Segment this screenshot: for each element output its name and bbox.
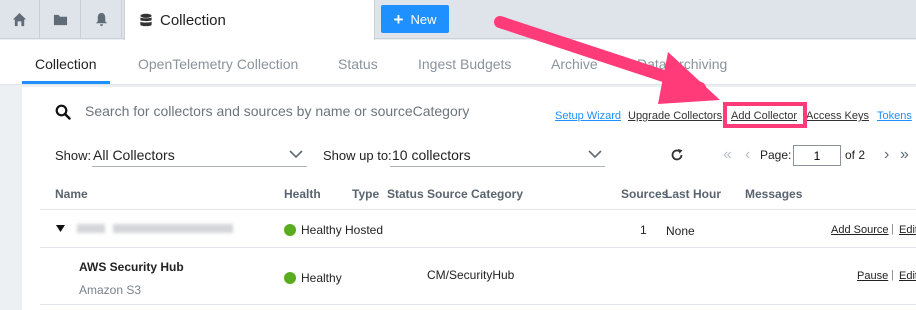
- col-header-source-category[interactable]: Source Category: [427, 187, 523, 201]
- upgrade-collectors-link[interactable]: Upgrade Collectors: [628, 110, 722, 122]
- home-icon[interactable]: [0, 0, 40, 39]
- pause-link[interactable]: Pause: [857, 270, 888, 282]
- bell-icon[interactable]: [82, 0, 122, 39]
- healthy-status-icon: [284, 272, 296, 284]
- plus-icon: +: [393, 9, 404, 29]
- last-hour-value: None: [666, 224, 695, 238]
- subtab-collection[interactable]: Collection: [35, 56, 96, 72]
- add-source-link[interactable]: Add Source: [831, 224, 888, 236]
- edit-link[interactable]: Edit: [899, 270, 916, 282]
- subtab-opentelemetry[interactable]: OpenTelemetry Collection: [138, 56, 298, 72]
- show-up-to-select[interactable]: 10 collectors: [392, 147, 471, 163]
- setup-wizard-link[interactable]: Setup Wizard: [555, 110, 621, 122]
- first-page-icon[interactable]: «: [723, 146, 732, 164]
- row-divider: [40, 247, 916, 248]
- show-select[interactable]: All Collectors: [93, 147, 175, 163]
- subtab-archive[interactable]: Archive: [551, 56, 598, 72]
- sub-navigation: Collection OpenTelemetry Collection Stat…: [0, 40, 916, 85]
- last-page-icon[interactable]: »: [900, 146, 909, 164]
- edit-link[interactable]: Edit: [899, 224, 916, 236]
- show-up-to-label: Show up to:: [323, 148, 392, 163]
- link-separator: |: [891, 269, 894, 281]
- health-value: Healthy: [301, 223, 342, 237]
- col-header-last-hour[interactable]: Last Hour: [665, 187, 721, 201]
- show-select-underline: [92, 166, 307, 167]
- subtab-data-archiving[interactable]: Data Archiving: [637, 56, 727, 72]
- new-button[interactable]: + New: [381, 5, 449, 33]
- active-tab-indicator: [22, 81, 110, 84]
- refresh-icon[interactable]: [670, 148, 684, 162]
- tokens-link[interactable]: Tokens: [877, 110, 912, 122]
- redacted-name: [113, 224, 233, 233]
- search-icon: [55, 104, 71, 120]
- col-header-name[interactable]: Name: [55, 187, 88, 201]
- col-header-messages[interactable]: Messages: [745, 187, 802, 201]
- col-header-sources[interactable]: Sources: [621, 187, 668, 201]
- page-total: of 2: [845, 148, 866, 162]
- tab-collection[interactable]: Collection: [124, 0, 375, 40]
- source-name: AWS Security Hub: [79, 260, 184, 274]
- sources-value: 1: [640, 223, 647, 237]
- access-keys-link[interactable]: Access Keys: [806, 110, 869, 122]
- show-up-to-underline: [390, 166, 605, 167]
- health-value: Healthy: [301, 271, 342, 285]
- source-category-value: CM/SecurityHub: [427, 268, 515, 282]
- highlight-box: [723, 102, 807, 128]
- type-value: Hosted: [345, 223, 384, 237]
- col-header-type[interactable]: Type: [352, 187, 379, 201]
- chevron-down-icon[interactable]: [588, 150, 602, 159]
- tab-label: Collection: [160, 11, 226, 29]
- source-type: Amazon S3: [79, 283, 142, 297]
- subtab-status[interactable]: Status: [338, 56, 378, 72]
- subtab-ingest-budgets[interactable]: Ingest Budgets: [418, 56, 511, 72]
- page-input[interactable]: [793, 145, 841, 166]
- prev-page-icon[interactable]: ‹: [745, 146, 750, 164]
- col-header-status[interactable]: Status: [387, 187, 424, 201]
- header-divider: [40, 209, 916, 210]
- page-label: Page:: [760, 148, 792, 162]
- next-page-icon[interactable]: ›: [884, 146, 889, 164]
- top-bar: Collection + New: [0, 0, 916, 40]
- database-icon: [140, 13, 152, 26]
- link-separator: |: [891, 223, 894, 235]
- show-label: Show:: [55, 148, 92, 163]
- redacted-name: [77, 224, 105, 233]
- search-input[interactable]: Search for collectors and sources by nam…: [85, 103, 469, 119]
- folder-icon[interactable]: [41, 0, 81, 39]
- row-divider: [40, 304, 916, 305]
- new-button-label: New: [410, 11, 437, 27]
- chevron-down-icon[interactable]: [289, 150, 303, 159]
- expand-caret-icon[interactable]: [56, 225, 65, 232]
- col-header-health[interactable]: Health: [284, 187, 321, 201]
- healthy-status-icon: [284, 224, 296, 236]
